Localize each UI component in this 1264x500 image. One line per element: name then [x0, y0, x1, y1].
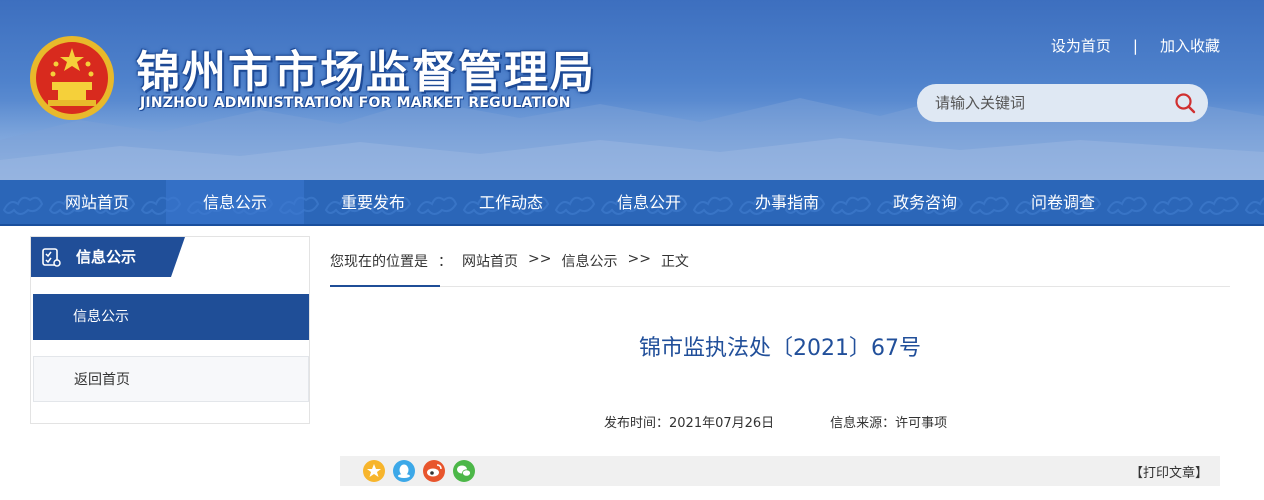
breadcrumb-colon: ：	[438, 254, 452, 270]
qq-icon[interactable]	[392, 459, 416, 483]
breadcrumb-accent	[330, 285, 440, 287]
publish-time: 发布时间：2021年07月26日	[604, 416, 775, 431]
search-box	[917, 84, 1208, 122]
sidebar-item-info-notice[interactable]: 信息公示	[33, 294, 309, 340]
nav-item-info-open[interactable]: 信息公开	[580, 180, 718, 226]
nav-item-info-notice[interactable]: 信息公示	[166, 180, 304, 226]
sidebar: 信息公示 信息公示 返回首页	[30, 236, 310, 424]
header-banner: 锦州市市场监督管理局 JINZHOU ADMINISTRATION FOR MA…	[0, 0, 1264, 180]
nav-item-service-guide[interactable]: 办事指南	[718, 180, 856, 226]
add-favorite-link[interactable]: 加入收藏	[1160, 35, 1220, 56]
set-homepage-link[interactable]: 设为首页	[1051, 35, 1111, 56]
print-article-button[interactable]: 【打印文章】	[1130, 462, 1208, 481]
share-bar: 【打印文章】	[340, 456, 1220, 486]
top-links: 设为首页 | 加入收藏	[1051, 35, 1220, 56]
article-meta: 发布时间：2021年07月26日 信息来源：许可事项	[604, 412, 947, 431]
breadcrumb-separator: >>	[528, 251, 552, 267]
wechat-icon[interactable]	[452, 459, 476, 483]
site-subtitle: JINZHOU ADMINISTRATION FOR MARKET REGULA…	[140, 95, 571, 111]
breadcrumb-prefix: 您现在的位置是	[330, 254, 428, 270]
site-title: 锦州市市场监督管理局	[136, 47, 596, 98]
nav-item-consult[interactable]: 政务咨询	[856, 180, 994, 226]
sidebar-heading-label: 信息公示	[76, 248, 137, 266]
checklist-icon	[42, 248, 61, 267]
breadcrumb-home[interactable]: 网站首页	[462, 251, 518, 271]
nav-item-home[interactable]: 网站首页	[28, 180, 166, 226]
share-icons	[362, 459, 476, 483]
article-title: 锦市监执法处〔2021〕67号	[639, 336, 921, 361]
qzone-icon[interactable]	[362, 459, 386, 483]
national-emblem-logo	[30, 36, 114, 120]
nav-item-survey[interactable]: 问卷调查	[994, 180, 1132, 226]
main-nav: 网站首页 信息公示 重要发布 工作动态 信息公开 办事指南 政务咨询 问卷调查	[0, 180, 1264, 226]
top-links-divider: |	[1132, 36, 1138, 55]
nav-item-work-news[interactable]: 工作动态	[442, 180, 580, 226]
nav-item-releases[interactable]: 重要发布	[304, 180, 442, 226]
sidebar-heading: 信息公示	[31, 237, 185, 277]
breadcrumb-divider	[330, 286, 1230, 287]
breadcrumb-separator: >>	[627, 251, 651, 267]
weibo-icon[interactable]	[422, 459, 446, 483]
breadcrumb: 您现在的位置是 ： 网站首页 >> 信息公示 >> 正文	[330, 251, 689, 271]
breadcrumb-current: 正文	[660, 254, 689, 270]
sidebar-item-back-home[interactable]: 返回首页	[33, 356, 309, 402]
breadcrumb-info-notice[interactable]: 信息公示	[561, 251, 617, 271]
search-input[interactable]	[935, 84, 1165, 122]
info-source: 信息来源：许可事项	[830, 416, 948, 431]
search-icon[interactable]	[1174, 92, 1196, 114]
